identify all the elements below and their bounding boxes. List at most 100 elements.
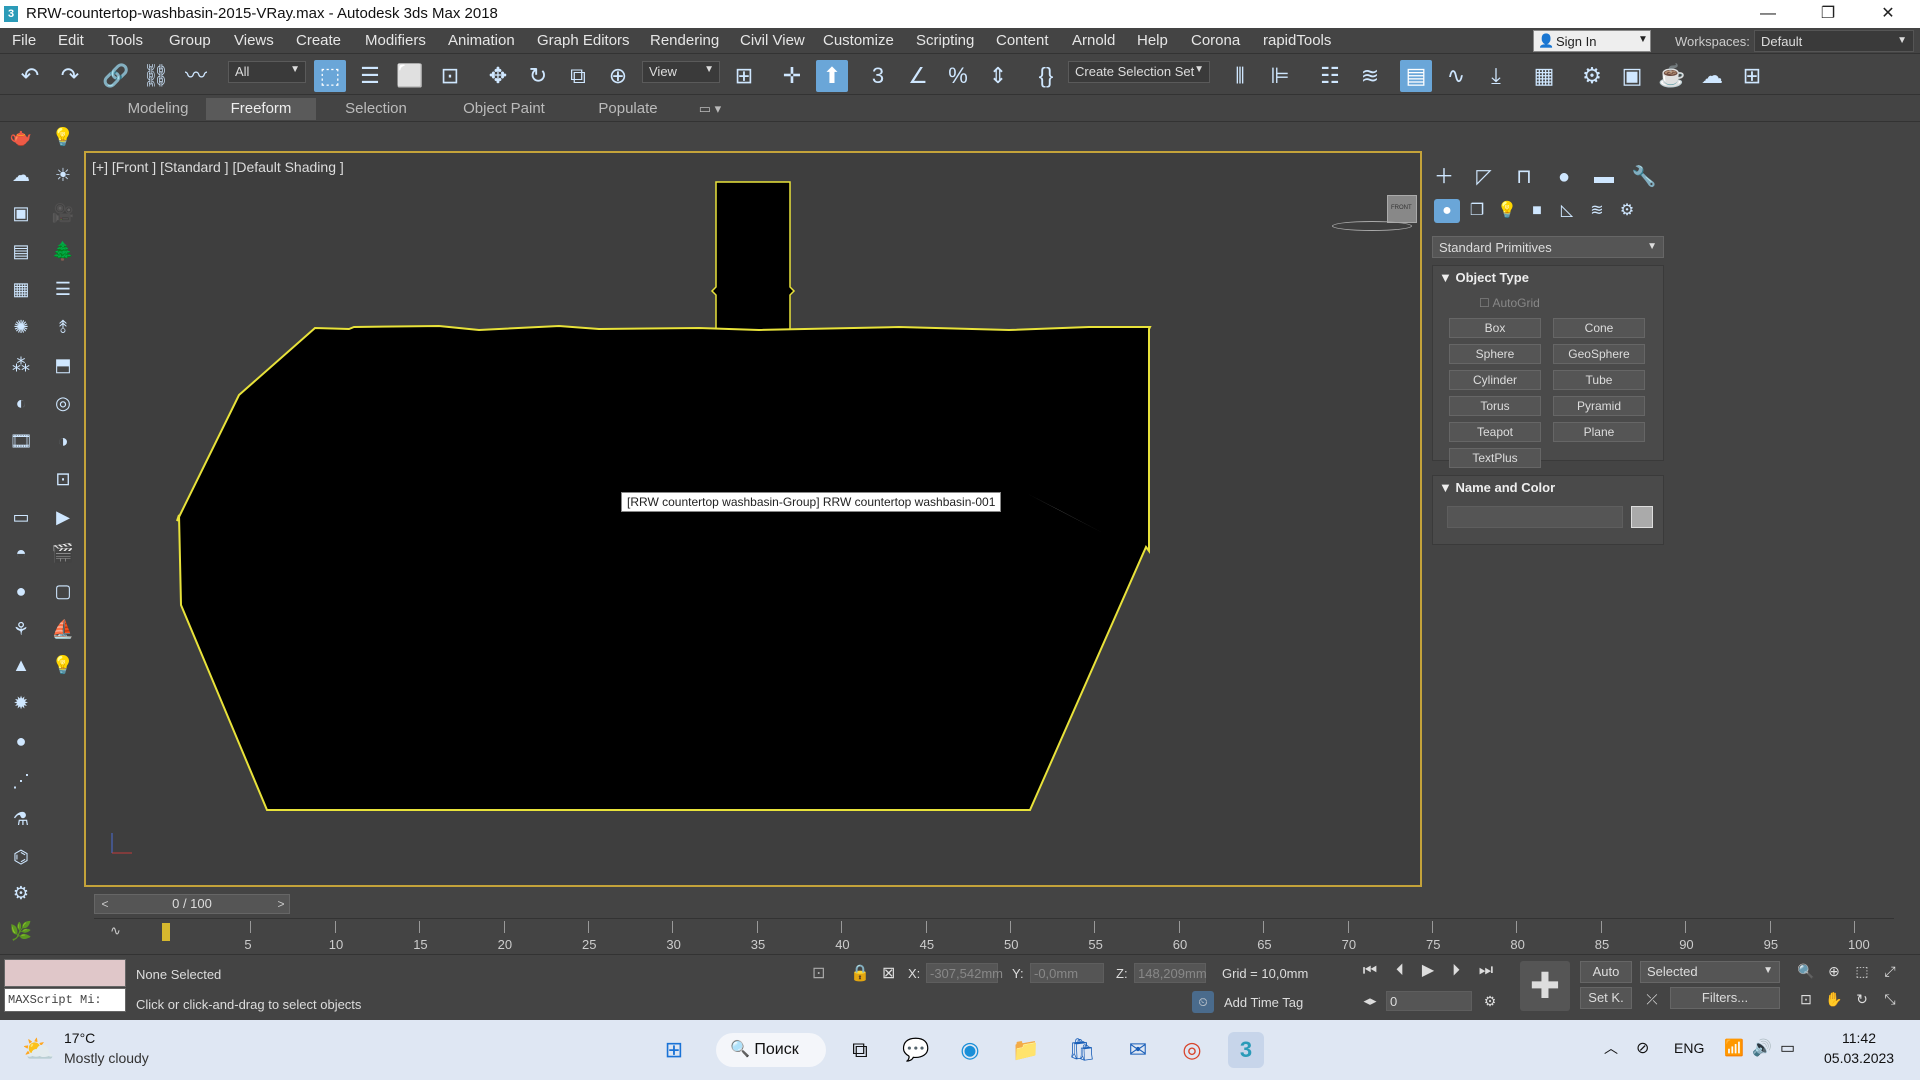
x-coordinate-field[interactable]: -307,542mm [926,963,1003,983]
chevron-up-icon[interactable]: ︿ [1604,1038,1618,1058]
menu-animation[interactable]: Animation [448,32,515,49]
cylinder-button[interactable]: Cylinder [1449,370,1541,390]
viewport-front[interactable]: [+] [Front ] [Standard ] [Default Shadin… [84,151,1422,887]
clock-time[interactable]: 11:42 [1842,1030,1876,1046]
close-button[interactable]: ✕ [1858,0,1918,28]
sun-icon[interactable]: ☀ [50,162,76,188]
viewcube-compass[interactable] [1332,221,1412,231]
pyramid-button[interactable]: Pyramid [1553,396,1645,416]
cone-light-icon[interactable]: ▲ [8,652,34,678]
isolate-selection-icon[interactable]: ⊡ [812,963,825,983]
dynamics-icon[interactable]: ⚗ [8,806,34,832]
tab-populate[interactable]: Populate [586,98,670,120]
curve-editor-icon[interactable]: ∿ [1440,60,1472,92]
select-object-icon[interactable]: ⬚ [314,60,346,92]
torus-button[interactable]: Torus [1449,396,1541,416]
proxy-icon[interactable]: ⚘ [8,616,34,642]
hair-icon[interactable]: ⥉ [50,314,76,340]
gold-sphere-icon[interactable]: ● [8,728,34,754]
plant-icon[interactable]: 🌿 [8,918,34,944]
time-slider-next-button[interactable]: > [270,894,292,914]
language-indicator[interactable]: ENG [1674,1040,1704,1056]
create-tab-icon[interactable]: ＋ [1430,164,1458,190]
key-tangent-icon[interactable]: ⤫ [1640,987,1664,1011]
structure-icon[interactable]: ⌬ [8,844,34,870]
network-off-icon[interactable]: ⊘ [1636,1038,1649,1058]
reference-coordinate-dropdown[interactable]: View ▼ [642,61,720,83]
tab-freeform[interactable]: Freeform [206,98,316,120]
material-editor-icon[interactable]: ▦ [1528,60,1560,92]
lights-icon[interactable]: 💡 [1494,199,1520,223]
track-bar[interactable]: ∿ 5 10 15 20 25 30 35 40 45 50 55 60 65 70 75 80 85 90 95 1… [94,918,1894,952]
orbit-icon[interactable]: ↻ [1850,987,1874,1011]
absolute-mode-icon[interactable]: ⊠ [882,963,895,983]
sign-in-dropdown[interactable]: 👤 Sign In ▼ [1533,30,1651,52]
menu-views[interactable]: Views [234,32,274,49]
geosphere-button[interactable]: GeoSphere [1553,344,1645,364]
primitive-category-dropdown[interactable]: Standard Primitives ▼ [1432,236,1664,258]
display-tab-icon[interactable]: ▬ [1590,164,1618,190]
weather-icon[interactable]: ⛅ [22,1034,54,1065]
minimize-button[interactable]: — [1738,0,1798,28]
cameras-icon[interactable]: ■ [1524,199,1550,223]
named-selection-set-dropdown[interactable]: Create Selection Set ▼ [1068,61,1210,83]
sunburst-icon[interactable]: ✹ [8,690,34,716]
boat-icon[interactable]: ⛵ [50,616,76,642]
scale-icon[interactable]: ⧉ [562,60,594,92]
menu-arnold[interactable]: Arnold [1072,32,1115,49]
modify-tab-icon[interactable]: ◸ [1470,164,1498,190]
hierarchy-tab-icon[interactable]: ⊓ [1510,164,1538,190]
helpers-icon[interactable]: ◺ [1554,199,1580,223]
plane-button[interactable]: Plane [1553,422,1645,442]
maximize-viewport-icon[interactable]: ⤡ [1878,987,1902,1011]
scatter-icon[interactable]: ⋰ [8,768,34,794]
render-in-cloud-icon[interactable]: ☁ [1696,60,1728,92]
menu-customize[interactable]: Customize [823,32,894,49]
schematic-view-icon[interactable]: ⤓ [1480,60,1512,92]
render-setup-icon[interactable]: ⚙ [1576,60,1608,92]
tab-modeling[interactable]: Modeling [110,98,206,120]
teapot-icon[interactable]: 🫖 [8,124,34,150]
tab-object-paint[interactable]: Object Paint [446,98,562,120]
selection-lock-icon[interactable]: 🔒 [850,963,870,983]
cloud-icon[interactable]: ☁ [8,162,34,188]
undo-icon[interactable]: ↶ [14,60,46,92]
keyboard-shortcut-override-icon[interactable]: ⬆ [816,60,848,92]
shapes-icon[interactable]: ❐ [1464,199,1490,223]
previous-frame-icon[interactable]: ⏴ [1388,959,1412,983]
menu-rendering[interactable]: Rendering [650,32,719,49]
table-icon[interactable]: ▦ [8,276,34,302]
edge-icon[interactable]: ◉ [952,1032,988,1068]
rendered-frame-window-icon[interactable]: ▣ [1616,60,1648,92]
auto-key-button[interactable]: Auto [1580,961,1632,983]
sphere-blue-icon[interactable]: ◐ [8,390,34,416]
pivot-center-icon[interactable]: ⊞ [728,60,760,92]
toggle-layer-explorer-icon[interactable]: ≋ [1354,60,1386,92]
align-icon[interactable]: ⊫ [1264,60,1296,92]
menu-create[interactable]: Create [296,32,341,49]
menu-help[interactable]: Help [1137,32,1168,49]
rectangular-selection-icon[interactable]: ⬜ [394,60,426,92]
mirror-icon[interactable]: ⫴ [1224,60,1256,92]
bitmap-icon[interactable]: ⬒ [50,352,76,378]
redo-icon[interactable]: ↷ [54,60,86,92]
place-icon[interactable]: ⊕ [602,60,634,92]
menu-scripting[interactable]: Scripting [916,32,974,49]
workspaces-select[interactable]: Default ▼ [1754,30,1914,52]
menu-file[interactable]: File [12,32,36,49]
tab-selection[interactable]: Selection [330,98,422,120]
volume-icon[interactable]: 🔊 [1752,1038,1772,1058]
tube-button[interactable]: Tube [1553,370,1645,390]
spinner-snap-icon[interactable]: ⇕ [982,60,1014,92]
toggle-ribbon-icon[interactable]: ▤ [1400,60,1432,92]
render-production-icon[interactable]: ☕ [1656,60,1688,92]
key-filter-selection-dropdown[interactable]: Selected ▼ [1640,961,1780,983]
frame-buffer-icon[interactable]: ▢ [50,578,76,604]
play-icon[interactable]: ▶ [1416,959,1440,983]
document-icon[interactable]: ▤ [8,238,34,264]
light-bulb-icon[interactable]: 💡 [50,124,76,150]
lamp-icon[interactable]: 💡 [50,652,76,678]
maxscript-listener-input[interactable]: MAXScript Mi: [4,988,126,1012]
go-to-start-icon[interactable]: ⏮ [1358,959,1382,983]
key-mode-icon[interactable]: ◂▸ [1358,989,1382,1013]
